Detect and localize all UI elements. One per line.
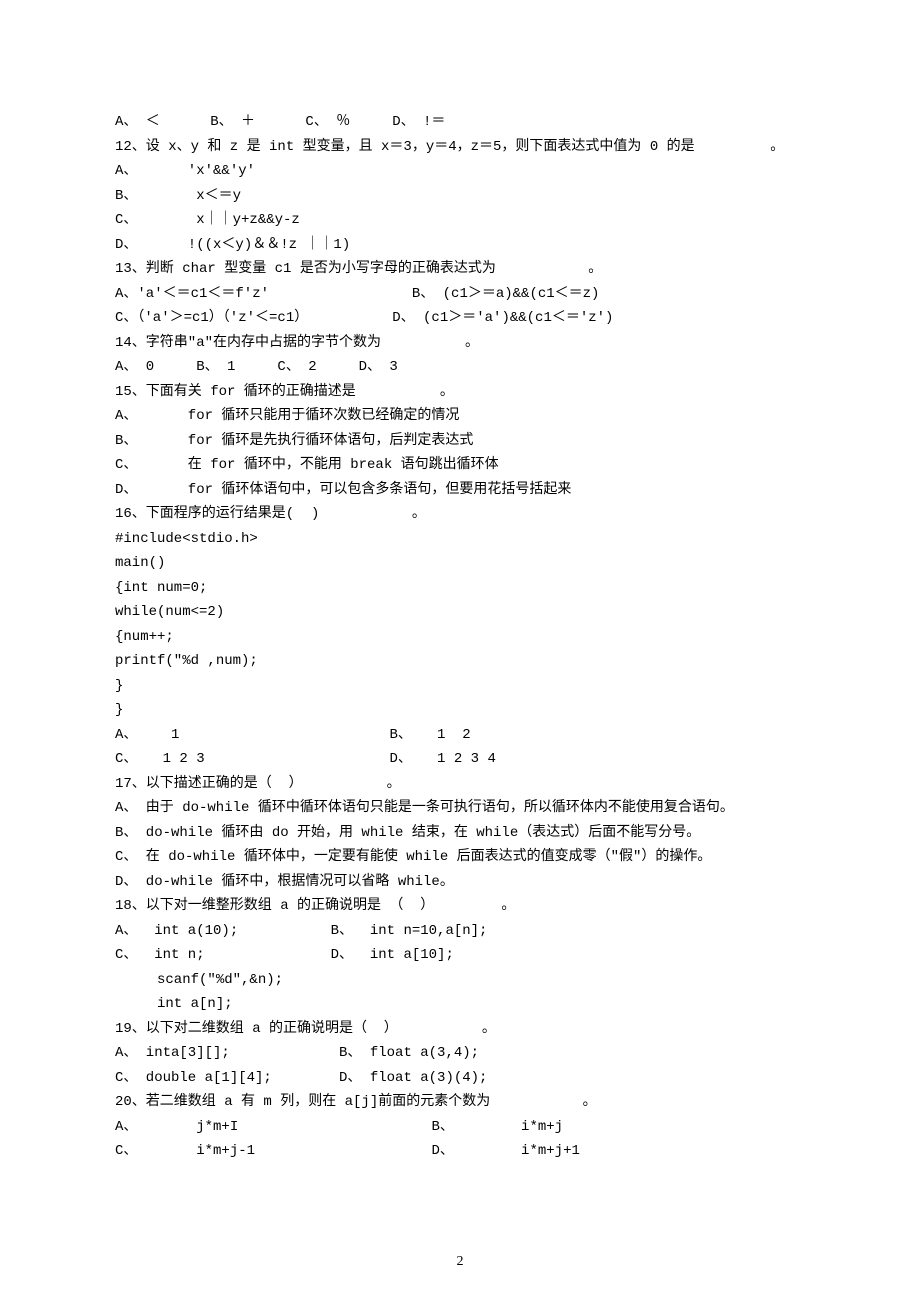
q14-options: A、 0 B、 1 C、 2 D、 3 bbox=[115, 355, 805, 380]
q13-row1: A、'a'＜＝c1＜＝f'z' B、 (c1＞＝a)&&(c1＜＝z) bbox=[115, 282, 805, 307]
q17-stem: 17、以下描述正确的是（ ） 。 bbox=[115, 772, 805, 797]
q14-stem: 14、字符串"a"在内存中占据的字节个数为 。 bbox=[115, 331, 805, 356]
q16-code-0: #include<stdio.h> bbox=[115, 527, 805, 552]
q18-row2: C、 int n; D、 int a[10]; bbox=[115, 943, 805, 968]
q12-opt-a: A、 'x'&&'y' bbox=[115, 159, 805, 184]
q13-row2: C、（'a'＞=c1）（'z'＜=c1） D、 (c1＞＝'a')&&(c1＜＝… bbox=[115, 306, 805, 331]
q16-code-1: main() bbox=[115, 551, 805, 576]
q16-code-4: {num++; bbox=[115, 625, 805, 650]
q18-row1: A、 int a(10); B、 int n=10,a[n]; bbox=[115, 919, 805, 944]
q16-code-7: } bbox=[115, 698, 805, 723]
q20-stem: 20、若二维数组 a 有 m 列，则在 a[j]前面的元素个数为 。 bbox=[115, 1090, 805, 1115]
q13-stem: 13、判断 char 型变量 c1 是否为小写字母的正确表达式为 。 bbox=[115, 257, 805, 282]
q18-row4: int a[n]; bbox=[115, 992, 805, 1017]
q11-options: A、 ＜ B、 ＋ C、 ％ D、 !＝ bbox=[115, 110, 805, 135]
q16-stem: 16、下面程序的运行结果是( ) 。 bbox=[115, 502, 805, 527]
q17-opt-d: D、 do-while 循环中，根据情况可以省略 while。 bbox=[115, 870, 805, 895]
page-number: 2 bbox=[0, 1250, 920, 1275]
q12-opt-b: B、 x＜＝y bbox=[115, 184, 805, 209]
q18-row3: scanf("%d",&n); bbox=[115, 968, 805, 993]
q16-code-2: {int num=0; bbox=[115, 576, 805, 601]
q19-row2: C、 double a[1][4]; D、 float a(3)(4); bbox=[115, 1066, 805, 1091]
q17-opt-b: B、 do-while 循环由 do 开始，用 while 结束，在 while… bbox=[115, 821, 805, 846]
q16-code-5: printf("%d ,num); bbox=[115, 649, 805, 674]
q17-opt-c: C、 在 do-while 循环体中，一定要有能使 while 后面表达式的值变… bbox=[115, 845, 805, 870]
q16-code-6: } bbox=[115, 674, 805, 699]
q19-row1: A、 inta[3][]; B、 float a(3,4); bbox=[115, 1041, 805, 1066]
q16-code-3: while(num<=2) bbox=[115, 600, 805, 625]
q15-opt-c: C、 在 for 循环中，不能用 break 语句跳出循环体 bbox=[115, 453, 805, 478]
q15-stem: 15、下面有关 for 循环的正确描述是 。 bbox=[115, 380, 805, 405]
q16-row2: C、 1 2 3 D、 1 2 3 4 bbox=[115, 747, 805, 772]
q18-stem: 18、以下对一维整形数组 a 的正确说明是 （ ） 。 bbox=[115, 894, 805, 919]
q19-stem: 19、以下对二维数组 a 的正确说明是（ ） 。 bbox=[115, 1017, 805, 1042]
q12-stem: 12、设 x、y 和 z 是 int 型变量，且 x＝3，y＝4，z＝5，则下面… bbox=[115, 135, 805, 160]
q15-opt-b: B、 for 循环是先执行循环体语句，后判定表达式 bbox=[115, 429, 805, 454]
q15-opt-a: A、 for 循环只能用于循环次数已经确定的情况 bbox=[115, 404, 805, 429]
q12-opt-d: D、 !((x＜y)＆＆!z ｜｜1) bbox=[115, 233, 805, 258]
q20-row2: C、 i*m+j-1 D、 i*m+j+1 bbox=[115, 1139, 805, 1164]
q16-row1: A、 1 B、 1 2 bbox=[115, 723, 805, 748]
q12-opt-c: C、 x｜｜y+z&&y-z bbox=[115, 208, 805, 233]
q20-row1: A、 j*m+I B、 i*m+j bbox=[115, 1115, 805, 1140]
q17-opt-a: A、 由于 do-while 循环中循环体语句只能是一条可执行语句，所以循环体内… bbox=[115, 796, 805, 821]
q15-opt-d: D、 for 循环体语句中，可以包含多条语句，但要用花括号括起来 bbox=[115, 478, 805, 503]
